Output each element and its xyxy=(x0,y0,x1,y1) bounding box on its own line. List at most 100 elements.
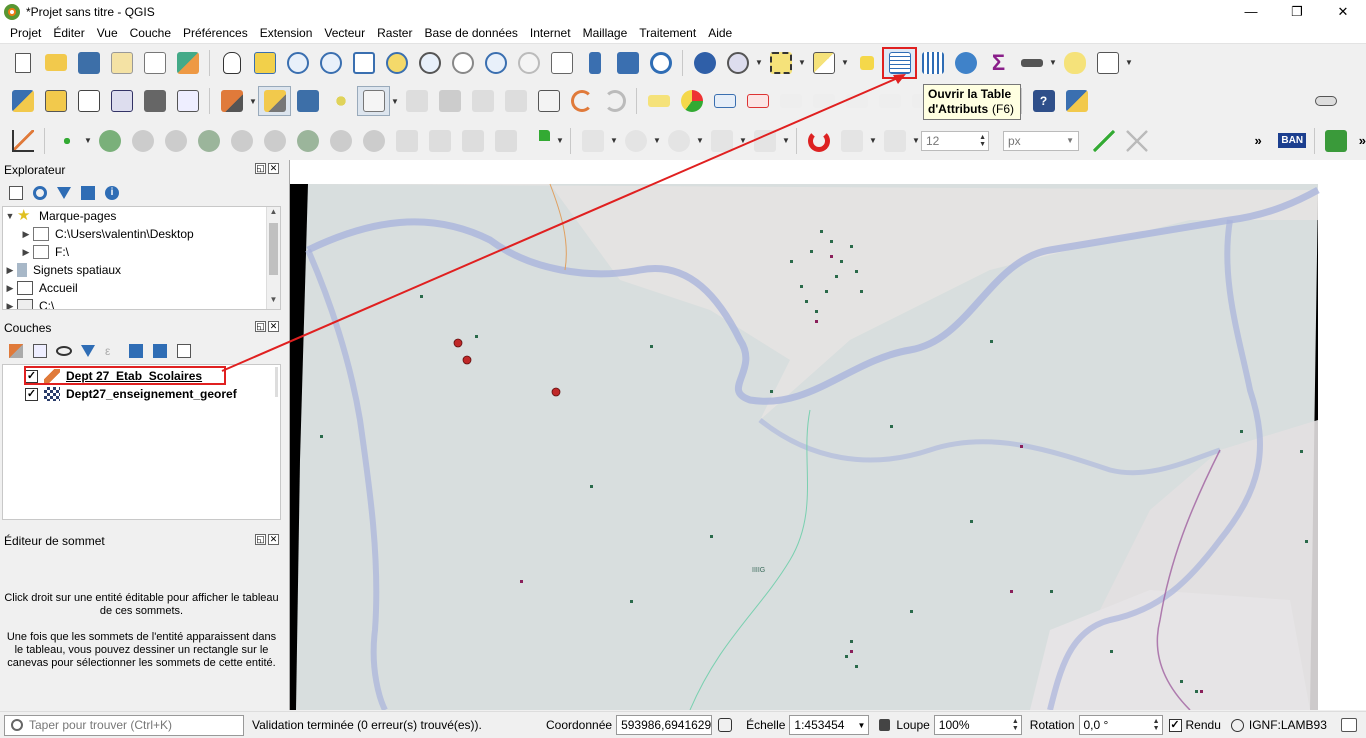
menu-couche[interactable]: Couche xyxy=(124,23,177,43)
measure-button[interactable] xyxy=(1015,48,1048,78)
collapse-all-button[interactable] xyxy=(78,183,98,203)
chevron-down-icon[interactable]: ▼ xyxy=(1124,58,1134,67)
current-edits-button[interactable] xyxy=(215,86,248,116)
new-virtual-layer-button[interactable] xyxy=(171,86,204,116)
pin-label-button[interactable] xyxy=(741,86,774,116)
open-attribute-table-button[interactable] xyxy=(882,46,917,79)
map-tips-button[interactable] xyxy=(1058,48,1091,78)
chevron-down-icon[interactable]: ▼ xyxy=(555,136,565,145)
messages-icon[interactable] xyxy=(1340,718,1357,732)
menu-internet[interactable]: Internet xyxy=(524,23,577,43)
add-point-button[interactable] xyxy=(324,86,357,116)
expand-arrow-icon[interactable]: ▶ xyxy=(19,229,33,240)
pan-to-selection-button[interactable] xyxy=(248,48,281,78)
scroll-down-icon[interactable]: ▼ xyxy=(267,295,280,309)
ban-button[interactable]: BAN xyxy=(1276,126,1309,156)
feature-point[interactable] xyxy=(462,355,472,365)
explorer-scrollbar[interactable]: ▲ ▼ xyxy=(266,207,280,309)
diagram-toolbar-button[interactable] xyxy=(675,86,708,116)
highlight-label-button[interactable] xyxy=(708,86,741,116)
zoom-in-button[interactable] xyxy=(281,48,314,78)
deselect-button[interactable] xyxy=(850,48,883,78)
text-annotation-button[interactable] xyxy=(1091,48,1124,78)
plugin-button[interactable] xyxy=(1060,86,1093,116)
zoom-native-button[interactable] xyxy=(446,48,479,78)
new-print-layout-button[interactable] xyxy=(105,48,138,78)
menu-maillage[interactable]: Maillage xyxy=(577,23,634,43)
crs-button[interactable]: IGNF:LAMB93 xyxy=(1230,718,1327,732)
expand-arrow-icon[interactable]: ▶ xyxy=(3,265,17,276)
tree-item-spatial-bookmarks[interactable]: ▶ Signets spatiaux xyxy=(3,261,280,279)
open-project-button[interactable] xyxy=(39,48,72,78)
feature-point[interactable] xyxy=(453,338,463,348)
vertex-tool-button[interactable] xyxy=(357,86,390,116)
spinner-arrows[interactable]: ▲ ▼ xyxy=(1153,718,1162,732)
new-spatialite-button[interactable] xyxy=(105,86,138,116)
topological-editing-button[interactable] xyxy=(1087,126,1120,156)
menu-vue[interactable]: Vue xyxy=(91,23,124,43)
spinner-arrows[interactable]: ▲ ▼ xyxy=(1012,718,1021,732)
menu-projet[interactable]: Projet xyxy=(4,23,47,43)
float-panel-button[interactable]: ◱ xyxy=(255,534,266,545)
chevron-down-icon[interactable]: ▼ xyxy=(738,136,748,145)
scroll-up-icon[interactable]: ▲ xyxy=(267,207,280,221)
zoom-full-button[interactable] xyxy=(347,48,380,78)
new-temp-layer-button[interactable] xyxy=(138,86,171,116)
menu-editer[interactable]: Éditer xyxy=(47,23,90,43)
layer-styling-button[interactable] xyxy=(6,341,26,361)
gamepad-button[interactable] xyxy=(1309,86,1342,116)
close-button[interactable]: ✕ xyxy=(1320,0,1366,23)
locator-search-input[interactable]: Taper pour trouver (Ctrl+K) xyxy=(4,714,244,736)
chevron-down-icon[interactable]: ▼ xyxy=(754,58,764,67)
save-edits-button[interactable] xyxy=(291,86,324,116)
layer-visibility-checkbox[interactable]: ✓ xyxy=(25,387,38,401)
menu-aide[interactable]: Aide xyxy=(702,23,738,43)
new-shapefile-button[interactable] xyxy=(72,86,105,116)
float-panel-button[interactable]: ◱ xyxy=(255,321,266,332)
lock-icon[interactable] xyxy=(879,719,891,731)
select-by-value-button[interactable] xyxy=(807,48,840,78)
zoom-to-selection-button[interactable] xyxy=(380,48,413,78)
new-geopackage-button[interactable] xyxy=(39,86,72,116)
zoom-last-button[interactable] xyxy=(479,48,512,78)
tree-item-bookmarks[interactable]: ▼ ★ Marque-pages xyxy=(3,207,280,225)
chevron-down-icon[interactable]: ▼ xyxy=(797,58,807,67)
new-bookmark-button[interactable] xyxy=(578,48,611,78)
pan-button[interactable] xyxy=(215,48,248,78)
show-bookmarks-button[interactable] xyxy=(611,48,644,78)
tree-item-drive-f[interactable]: ▶ F:\ xyxy=(3,243,280,261)
collapse-all-layers-button[interactable] xyxy=(150,341,170,361)
toolbar-overflow-button[interactable]: » xyxy=(1255,133,1262,148)
rotation-field[interactable]: 0,0 ° ▲ ▼ xyxy=(1078,715,1163,735)
identify-button[interactable] xyxy=(688,48,721,78)
tree-item-drive-c[interactable]: ▶ C:\ xyxy=(3,297,280,309)
menu-preferences[interactable]: Préférences xyxy=(177,23,254,43)
zoom-to-layer-button[interactable] xyxy=(413,48,446,78)
info-button[interactable]: i xyxy=(102,183,122,203)
refresh-button[interactable] xyxy=(644,48,677,78)
statistical-summary-button[interactable]: Σ xyxy=(982,48,1015,78)
float-panel-button[interactable]: ◱ xyxy=(255,163,266,174)
filter-legend-button[interactable] xyxy=(78,341,98,361)
scrollbar-thumb[interactable] xyxy=(269,223,278,275)
add-part-button[interactable] xyxy=(192,126,225,156)
expand-arrow-icon[interactable]: ▶ xyxy=(19,247,33,258)
select-features-button[interactable] xyxy=(764,48,797,78)
label-toolbar-button[interactable] xyxy=(642,86,675,116)
undo-button[interactable] xyxy=(565,86,598,116)
collapse-arrow-icon[interactable]: ▼ xyxy=(3,211,17,221)
maximize-button[interactable]: ❐ xyxy=(1274,0,1320,23)
expand-arrow-icon[interactable]: ▶ xyxy=(3,283,17,294)
search-plugin-button[interactable] xyxy=(1320,126,1353,156)
new-project-button[interactable] xyxy=(6,48,39,78)
chevron-down-icon[interactable]: ▼ xyxy=(1048,58,1058,67)
close-panel-button[interactable]: ✕ xyxy=(268,534,279,545)
remove-layer-button[interactable] xyxy=(174,341,194,361)
chevron-down-icon[interactable]: ▼ xyxy=(652,136,662,145)
rotate-point-symbols-button[interactable] xyxy=(522,126,555,156)
toolbar-overflow-button-2[interactable]: » xyxy=(1359,133,1366,148)
minimize-button[interactable]: — xyxy=(1228,0,1274,23)
menu-extension[interactable]: Extension xyxy=(254,23,319,43)
toggle-extents-icon[interactable] xyxy=(718,718,733,732)
layout-manager-button[interactable] xyxy=(138,48,171,78)
